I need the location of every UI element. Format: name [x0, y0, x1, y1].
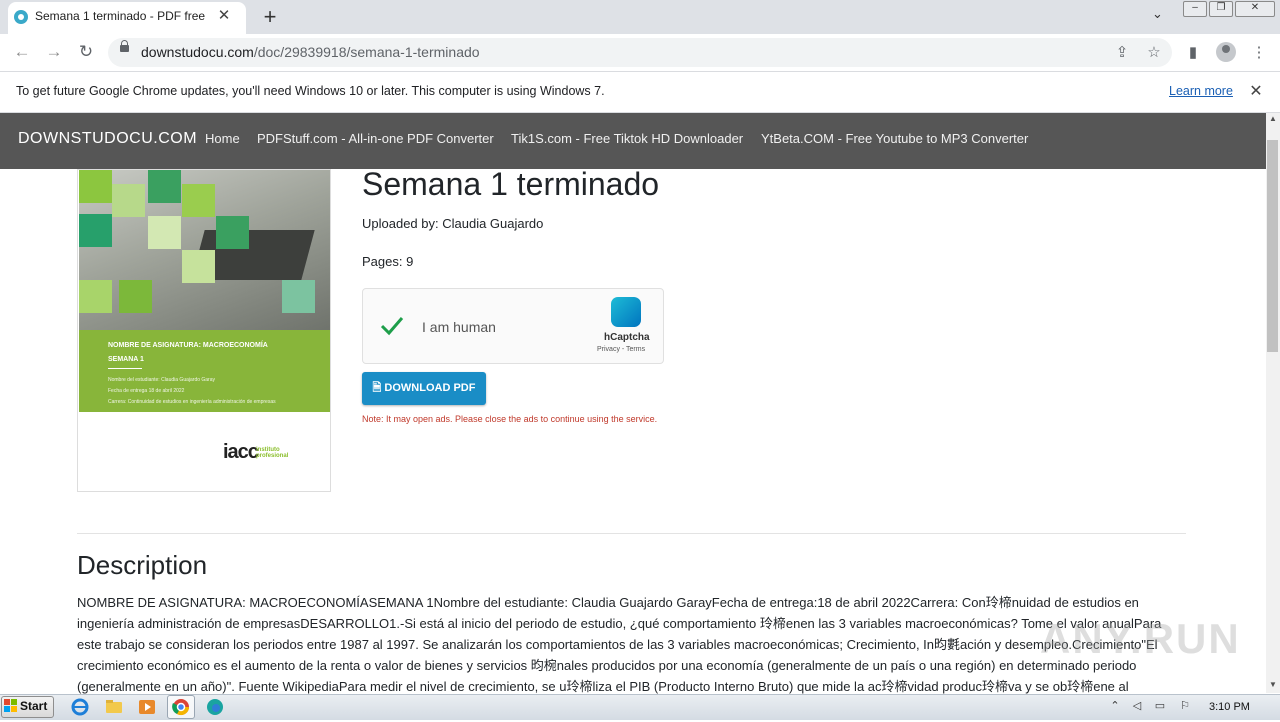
cover-square	[79, 280, 112, 313]
tab-search-chevron-icon[interactable]: ⌄	[1152, 6, 1163, 22]
download-pdf-button[interactable]: 🗎 DOWNLOAD PDF	[362, 372, 486, 405]
hcaptcha-brand: hCaptcha	[604, 332, 650, 343]
taskbar-clock[interactable]: 3:10 PM	[1209, 701, 1250, 713]
network-icon[interactable]: ▭	[1153, 699, 1167, 713]
cover-week: SEMANA 1	[108, 356, 144, 363]
cover-square	[182, 184, 215, 217]
cover-rule	[108, 368, 142, 369]
document-title: Semana 1 terminado	[362, 166, 660, 202]
captcha-label[interactable]: I am human	[422, 319, 496, 335]
site-brand[interactable]: DOWNSTUDOCU.COM	[18, 130, 197, 148]
windows-logo-icon	[4, 699, 17, 712]
pdf-file-icon: 🗎	[372, 382, 385, 394]
forward-icon[interactable]: →	[43, 41, 65, 63]
site-favicon-icon	[14, 10, 28, 24]
bookmark-star-icon[interactable]: ☆	[1145, 44, 1163, 62]
checkmark-icon[interactable]	[380, 313, 404, 337]
learn-more-link[interactable]: Learn more	[1169, 84, 1233, 98]
media-player-icon[interactable]	[136, 697, 158, 717]
reload-icon[interactable]: ↻	[75, 41, 97, 63]
cover-square	[112, 184, 145, 217]
file-explorer-icon[interactable]	[103, 697, 125, 717]
url-domain: downstudocu.com	[141, 44, 254, 60]
new-tab-icon[interactable]: +	[258, 4, 282, 30]
cover-square	[119, 280, 152, 313]
cover-square	[148, 216, 181, 249]
iacc-logo-sub: instituto profesional	[256, 447, 296, 459]
url-text[interactable]: downstudocu.com/doc/29839918/semana-1-te…	[141, 44, 480, 60]
volume-icon[interactable]: ◁	[1130, 699, 1144, 713]
action-center-flag-icon[interactable]: ⚐	[1178, 699, 1192, 713]
cover-subject: NOMBRE DE ASIGNATURA: MACROECONOMÍA	[108, 342, 268, 349]
url-path: /doc/29839918/semana-1-terminado	[253, 44, 480, 60]
infobar-close-icon[interactable]: ✕	[1248, 81, 1264, 101]
iacc-logo: iacc	[223, 441, 259, 463]
lock-icon[interactable]	[120, 40, 129, 52]
anyrun-watermark: ANY.RUN	[1040, 615, 1241, 662]
cover-square	[79, 214, 112, 247]
tab-title: Semana 1 terminado - PDF free	[35, 9, 205, 23]
nav-tik1s[interactable]: Tik1S.com - Free Tiktok HD Downloader	[511, 131, 743, 146]
uploaded-by: Uploaded by: Claudia Guajardo	[362, 216, 544, 231]
cover-square	[148, 170, 181, 203]
download-pdf-label: DOWNLOAD PDF	[384, 382, 476, 394]
scroll-up-icon[interactable]: ▲	[1266, 114, 1280, 126]
description-heading: Description	[77, 550, 208, 580]
ads-note: Note: It may open ads. Please close the …	[362, 414, 658, 424]
nav-ytbeta[interactable]: YtBeta.COM - Free Youtube to MP3 Convert…	[761, 131, 1028, 146]
section-divider	[77, 533, 1186, 534]
cover-square	[79, 170, 112, 203]
nav-pdfstuff[interactable]: PDFStuff.com - All-in-one PDF Converter	[257, 131, 494, 146]
cover-square	[182, 250, 215, 283]
edge-icon[interactable]	[204, 697, 226, 717]
scroll-down-icon[interactable]: ▼	[1266, 680, 1280, 692]
page-count: Pages: 9	[362, 254, 414, 269]
restore-icon[interactable]: ❐	[1209, 1, 1233, 17]
cover-square	[216, 216, 249, 249]
cover-date: Fecha de entrega 18 de abril 2022	[108, 388, 185, 394]
cover-square	[282, 280, 315, 313]
nav-home[interactable]: Home	[205, 131, 240, 146]
share-icon[interactable]: ⇪	[1113, 44, 1131, 62]
cover-career: Carrera: Continuidad de estudios en inge…	[108, 399, 276, 405]
cover-student: Nombre del estudiante: Claudia Guajardo …	[108, 377, 216, 383]
hcaptcha-privacy-terms[interactable]: Privacy - Terms	[597, 346, 645, 353]
internet-explorer-icon[interactable]	[69, 697, 91, 717]
tab-close-icon[interactable]: ✕	[216, 6, 232, 24]
minimize-icon[interactable]: –	[1183, 1, 1207, 17]
window-close-icon[interactable]: ✕	[1235, 1, 1275, 17]
tray-expand-icon[interactable]: ⌃	[1108, 699, 1122, 713]
description-body: NOMBRE DE ASIGNATURA: MACROECONOMÍASEMAN…	[77, 595, 1162, 694]
infobar-message: To get future Google Chrome updates, you…	[16, 84, 605, 98]
chrome-icon[interactable]	[170, 697, 192, 717]
document-cover: NOMBRE DE ASIGNATURA: MACROECONOMÍA SEMA…	[77, 169, 331, 492]
start-label: Start	[20, 699, 48, 713]
hcaptcha-logo-icon	[611, 297, 641, 327]
iacc-logo-sub2: profesional	[256, 453, 289, 459]
side-panel-icon[interactable]: ▮	[1184, 44, 1202, 62]
scrollbar-thumb[interactable]	[1267, 140, 1278, 352]
profile-avatar-icon[interactable]	[1216, 42, 1236, 62]
menu-kebab-icon[interactable]: ⋮	[1250, 44, 1268, 62]
back-icon[interactable]: ←	[11, 41, 33, 63]
